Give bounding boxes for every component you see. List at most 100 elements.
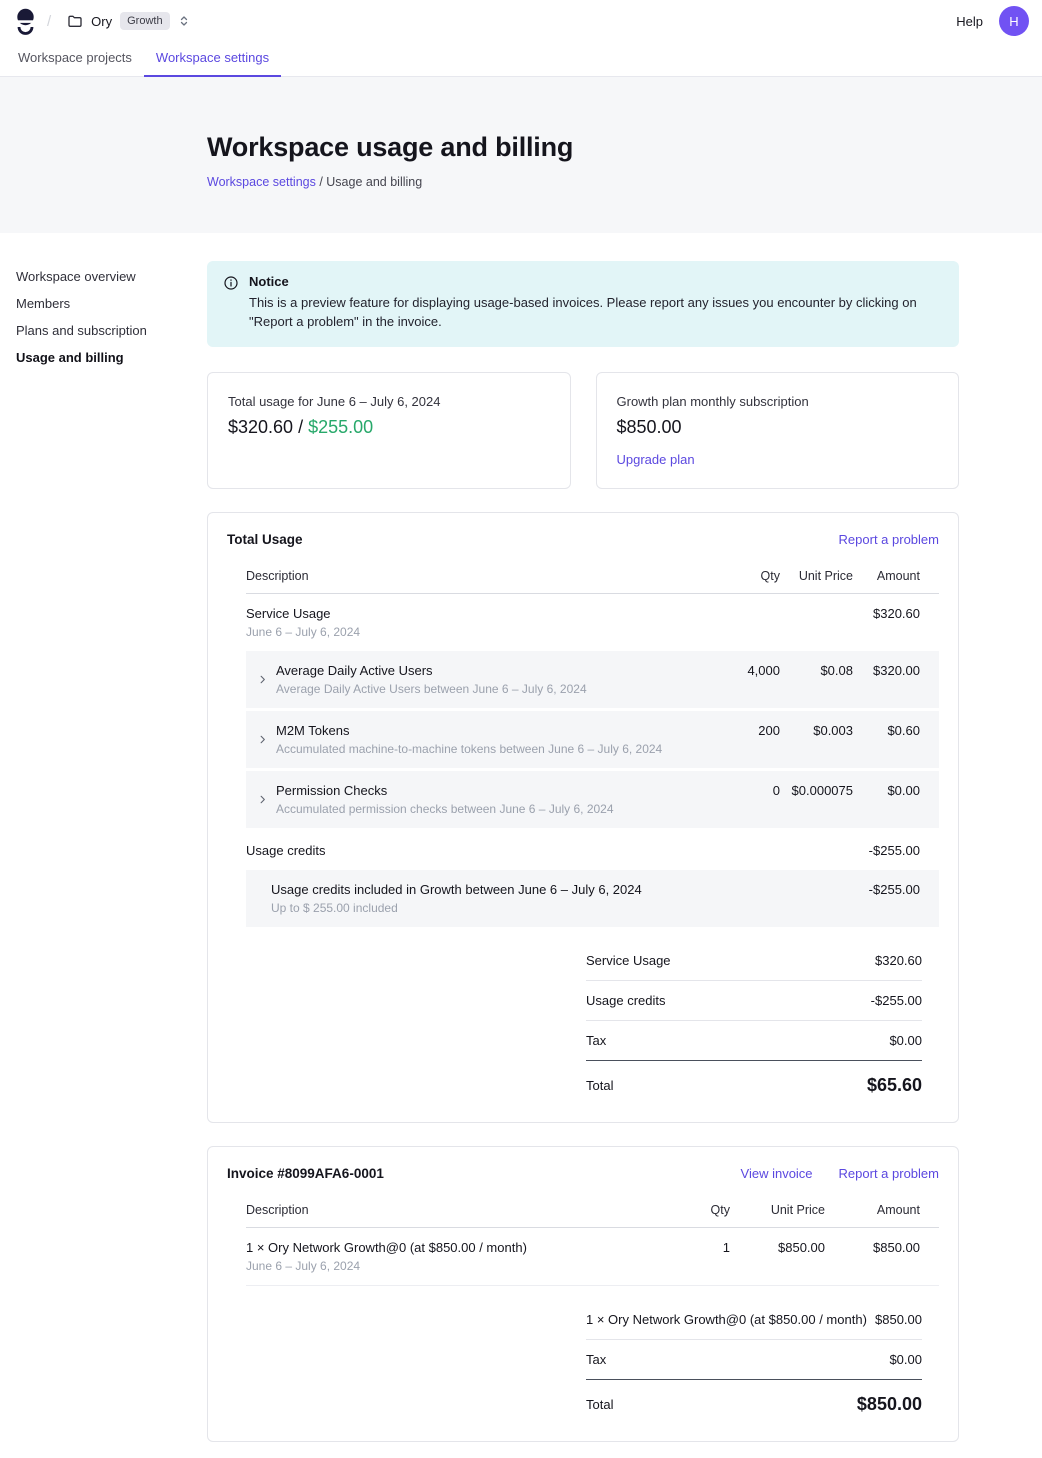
row-description: Permission Checks (276, 783, 614, 798)
avatar[interactable]: H (999, 6, 1029, 36)
report-problem-link[interactable]: Report a problem (839, 532, 939, 547)
col-amount: Amount (853, 563, 939, 593)
sidebar-item-members[interactable]: Members (16, 290, 207, 317)
row-subtext: Accumulated permission checks between Ju… (276, 802, 614, 816)
topbar: / Ory Growth Help H (0, 0, 1042, 42)
summary-cards: Total usage for June 6 – July 6, 2024 $3… (207, 372, 959, 489)
row-unit-price: $0.08 (780, 663, 853, 678)
workspace-switcher[interactable]: Ory Growth (63, 8, 193, 34)
view-invoice-link[interactable]: View invoice (741, 1166, 813, 1181)
table-row-daily-active-users: Average Daily Active Users Average Daily… (246, 651, 939, 708)
table-row-usage-credits: Usage credits -$255.00 (246, 831, 939, 870)
breadcrumb-separator: / (316, 175, 326, 189)
notice-body: This is a preview feature for displaying… (249, 294, 941, 332)
sidebar-item-plans-and-subscription[interactable]: Plans and subscription (16, 317, 207, 344)
total-usage-panel: Total Usage Report a problem Description… (207, 512, 959, 1123)
main: Workspace overview Members Plans and sub… (0, 233, 1042, 1458)
help-link[interactable]: Help (956, 14, 983, 29)
table-row-permission-checks: Permission Checks Accumulated permission… (246, 771, 939, 828)
row-amount: $850.00 (825, 1240, 939, 1255)
table-row-m2m-tokens: M2M Tokens Accumulated machine-to-machin… (246, 711, 939, 768)
ory-logo[interactable] (16, 8, 35, 35)
col-unit-price: Unit Price (780, 563, 853, 593)
expand-row-button[interactable] (257, 663, 269, 696)
sidebar-item-workspace-overview[interactable]: Workspace overview (16, 263, 207, 290)
row-subtext: June 6 – July 6, 2024 (246, 1259, 670, 1273)
row-description: Usage credits included in Growth between… (271, 882, 710, 897)
workspace-tabs: Workspace projects Workspace settings (0, 42, 1042, 77)
col-qty: Qty (710, 563, 780, 593)
usage-total-value: $65.60 (867, 1075, 922, 1096)
row-qty: 0 (710, 783, 780, 798)
invoice-panel: Invoice #8099AFA6-0001 View invoice Repo… (207, 1146, 959, 1442)
row-unit-price: $0.000075 (780, 783, 853, 798)
breadcrumb-slash: / (47, 13, 51, 30)
expand-row-button[interactable] (257, 783, 269, 816)
panel-title: Total Usage (227, 532, 303, 547)
ory-logo-icon (16, 8, 35, 35)
summary-row-tax: Tax $0.00 (586, 1340, 922, 1380)
row-qty: 4,000 (710, 663, 780, 678)
summary-row: Service Usage $320.60 (586, 941, 922, 981)
row-amount: $0.00 (853, 783, 939, 798)
col-unit-price: Unit Price (730, 1197, 825, 1227)
notice-banner: Notice This is a preview feature for dis… (207, 261, 959, 347)
total-usage-card: Total usage for June 6 – July 6, 2024 $3… (207, 372, 571, 489)
chevron-right-icon (257, 674, 268, 685)
chevron-right-icon (257, 794, 268, 805)
row-description: 1 × Ory Network Growth@0 (at $850.00 / m… (246, 1240, 670, 1255)
plan-badge: Growth (120, 12, 169, 30)
row-qty: 200 (710, 723, 780, 738)
row-amount: $0.60 (853, 723, 939, 738)
tab-workspace-settings[interactable]: Workspace settings (144, 42, 281, 76)
expand-row-button[interactable] (257, 723, 269, 756)
row-qty: 1 (670, 1240, 730, 1255)
plan-amount: $850.00 (617, 417, 939, 438)
breadcrumb-link-workspace-settings[interactable]: Workspace settings (207, 175, 316, 189)
total-usage-amount: $320.60 / $255.00 (228, 417, 550, 438)
table-header-row: Description Qty Unit Price Amount (246, 563, 939, 594)
row-unit-price: $850.00 (730, 1240, 825, 1255)
breadcrumb-current: Usage and billing (326, 175, 422, 189)
sidebar-item-usage-and-billing[interactable]: Usage and billing (16, 344, 207, 371)
usage-table: Description Qty Unit Price Amount Servic… (246, 563, 939, 927)
col-amount: Amount (825, 1197, 939, 1227)
settings-sidebar: Workspace overview Members Plans and sub… (0, 233, 207, 371)
col-description: Description (246, 563, 710, 593)
row-description: M2M Tokens (276, 723, 662, 738)
chevron-up-down-icon (178, 14, 190, 28)
col-qty: Qty (670, 1197, 730, 1227)
row-subtext: Average Daily Active Users between June … (276, 682, 587, 696)
row-description: Average Daily Active Users (276, 663, 587, 678)
page-header: Workspace usage and billing Workspace se… (0, 77, 1042, 233)
invoice-totals: 1 × Ory Network Growth@0 (at $850.00 / m… (586, 1300, 922, 1415)
invoice-table: Description Qty Unit Price Amount 1 × Or… (246, 1197, 939, 1286)
row-subtext: Up to $ 255.00 included (271, 901, 710, 915)
plan-subscription-card: Growth plan monthly subscription $850.00… (596, 372, 960, 489)
row-description: Service Usage (246, 606, 710, 621)
content: Notice This is a preview feature for dis… (207, 233, 959, 1458)
upgrade-plan-link[interactable]: Upgrade plan (617, 452, 695, 467)
chevron-right-icon (257, 734, 268, 745)
info-icon (223, 275, 239, 332)
total-usage-label: Total usage for June 6 – July 6, 2024 (228, 394, 550, 409)
breadcrumb: Workspace settings / Usage and billing (207, 175, 1042, 189)
total-row: Total $65.60 (586, 1061, 922, 1096)
notice-title: Notice (249, 274, 941, 289)
usage-credit-amount: $255.00 (308, 417, 373, 437)
table-row-invoice-line: 1 × Ory Network Growth@0 (at $850.00 / m… (246, 1228, 939, 1286)
workspace-name: Ory (91, 14, 112, 29)
row-description: Usage credits (246, 843, 710, 858)
row-amount: $320.00 (853, 663, 939, 678)
tab-workspace-projects[interactable]: Workspace projects (6, 42, 144, 76)
summary-row: Usage credits -$255.00 (586, 981, 922, 1021)
summary-row-tax: Tax $0.00 (586, 1021, 922, 1061)
page-title: Workspace usage and billing (207, 132, 1042, 163)
usage-totals: Service Usage $320.60 Usage credits -$25… (586, 941, 922, 1096)
report-problem-link[interactable]: Report a problem (839, 1166, 939, 1181)
row-amount: $320.60 (853, 606, 939, 621)
invoice-title: Invoice #8099AFA6-0001 (227, 1166, 384, 1181)
row-unit-price: $0.003 (780, 723, 853, 738)
table-row-service-usage: Service Usage June 6 – July 6, 2024 $320… (246, 594, 939, 651)
row-subtext: June 6 – July 6, 2024 (246, 625, 710, 639)
